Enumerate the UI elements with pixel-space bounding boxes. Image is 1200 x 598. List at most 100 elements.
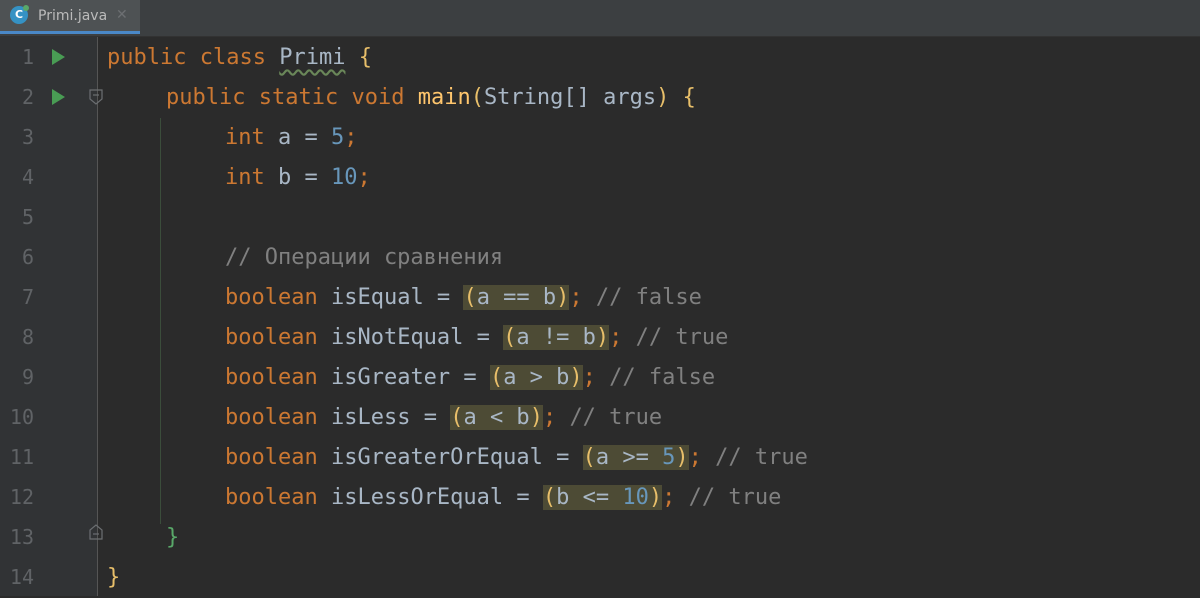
variable-name: isNotEqual (330, 325, 464, 350)
comment: // true (688, 485, 782, 510)
keyword: int (225, 165, 265, 190)
line-number: 1 (21, 45, 34, 69)
paren: ( (503, 325, 517, 350)
keyword: boolean (225, 325, 318, 350)
code-line-13[interactable]: } (166, 518, 179, 558)
code-line-3[interactable]: int a = 5; (225, 118, 357, 158)
code-line-4[interactable]: int b = 10; (225, 158, 371, 198)
operator: = (410, 405, 451, 430)
paren: ) (595, 325, 610, 350)
keyword: class (199, 45, 266, 70)
expression: a != b (516, 325, 596, 350)
line-number: 13 (9, 525, 34, 549)
semicolon: ; (569, 285, 583, 310)
brace: } (107, 565, 121, 590)
line-number: 2 (21, 85, 34, 109)
brace: } (166, 525, 180, 550)
brace: { (358, 45, 372, 70)
gutter-divider (97, 37, 98, 596)
comment: // true (635, 325, 729, 350)
code-line-1[interactable]: public class Primi { (107, 38, 372, 78)
line-number: 3 (21, 125, 34, 149)
line-number: 6 (21, 245, 34, 269)
semicolon: ; (609, 325, 623, 350)
variable-name: isGreater (330, 365, 451, 390)
code-line-10[interactable]: boolean isLess = (a < b); // true (225, 398, 662, 438)
code-line-6[interactable]: // Операции сравнения (225, 238, 503, 278)
semicolon: ; (582, 365, 596, 390)
paren: ) (529, 405, 543, 430)
semicolon: ; (357, 165, 371, 190)
assignment: b = (278, 165, 331, 190)
paren: ( (542, 485, 557, 510)
line-number: 10 (9, 405, 34, 429)
keyword: void (351, 85, 405, 110)
number-literal: 5 (662, 445, 676, 470)
fold-open-icon[interactable] (89, 89, 103, 105)
expression: a > b (503, 365, 570, 390)
keyword: boolean (225, 445, 318, 470)
method-name: main (417, 85, 471, 110)
code-line-14[interactable]: } (107, 558, 120, 598)
paren: ) (556, 285, 570, 310)
expression: b <= (556, 485, 623, 510)
paren: ( (470, 85, 484, 110)
paren: ) (656, 85, 670, 110)
expression: a == b (476, 285, 557, 310)
line-number: 4 (21, 165, 34, 189)
code-line-12[interactable]: boolean isLessOrEqual = (b <= 10); // tr… (225, 478, 781, 518)
line-number: 12 (9, 485, 34, 509)
indent-guide (160, 118, 161, 524)
comment: // true (569, 405, 663, 430)
editor-gutter (0, 37, 98, 596)
tab-primi-java[interactable]: C Primi.java ✕ (0, 0, 140, 34)
number-literal: 10 (330, 165, 358, 190)
variable-name: isGreaterOrEqual (330, 445, 543, 470)
comment: // Операции сравнения (225, 245, 504, 270)
keyword: int (225, 125, 265, 150)
keyword: static (258, 85, 339, 110)
expression: a < b (463, 405, 530, 430)
keyword: boolean (225, 405, 318, 430)
paren: ) (569, 365, 583, 390)
keyword: public (107, 45, 187, 70)
tab-title: Primi.java (38, 8, 108, 24)
class-name: Primi (279, 45, 346, 70)
code-line-8[interactable]: boolean isNotEqual = (a != b); // true (225, 318, 728, 358)
line-number: 11 (9, 445, 34, 469)
semicolon: ; (662, 485, 676, 510)
line-number: 14 (9, 565, 34, 589)
editor-tab-bar: C Primi.java ✕ (0, 0, 1200, 37)
brace: { (682, 85, 696, 110)
code-line-7[interactable]: boolean isEqual = (a == b); // false (225, 278, 702, 318)
number-literal: 10 (622, 485, 649, 510)
paren: ( (450, 405, 464, 430)
operator: = (542, 445, 583, 470)
variable-name: isLessOrEqual (330, 485, 504, 510)
close-icon[interactable]: ✕ (116, 7, 128, 23)
operator: = (450, 365, 490, 390)
line-number: 7 (21, 285, 34, 309)
comment: // false (609, 365, 716, 390)
comment: // false (595, 285, 702, 310)
line-number: 9 (21, 365, 34, 389)
paren: ( (582, 445, 596, 470)
number-literal: 5 (330, 125, 345, 150)
code-line-2[interactable]: public static void main(String[] args) { (166, 78, 696, 118)
keyword: boolean (225, 365, 318, 390)
fold-close-icon[interactable] (89, 524, 103, 540)
code-line-9[interactable]: boolean isGreater = (a > b); // false (225, 358, 715, 398)
semicolon: ; (344, 125, 358, 150)
variable-name: isLess (330, 405, 411, 430)
run-main-icon[interactable] (52, 89, 65, 105)
variable-name: isEqual (330, 285, 424, 310)
paren: ( (463, 285, 477, 310)
parameters: String[] args (483, 85, 657, 110)
paren: ( (489, 365, 504, 390)
expression: a >= (595, 445, 663, 470)
paren: ) (675, 445, 689, 470)
keyword: boolean (225, 485, 318, 510)
code-line-11[interactable]: boolean isGreaterOrEqual = (a >= 5); // … (225, 438, 808, 478)
run-class-icon[interactable] (52, 49, 65, 65)
operator: = (423, 285, 464, 310)
